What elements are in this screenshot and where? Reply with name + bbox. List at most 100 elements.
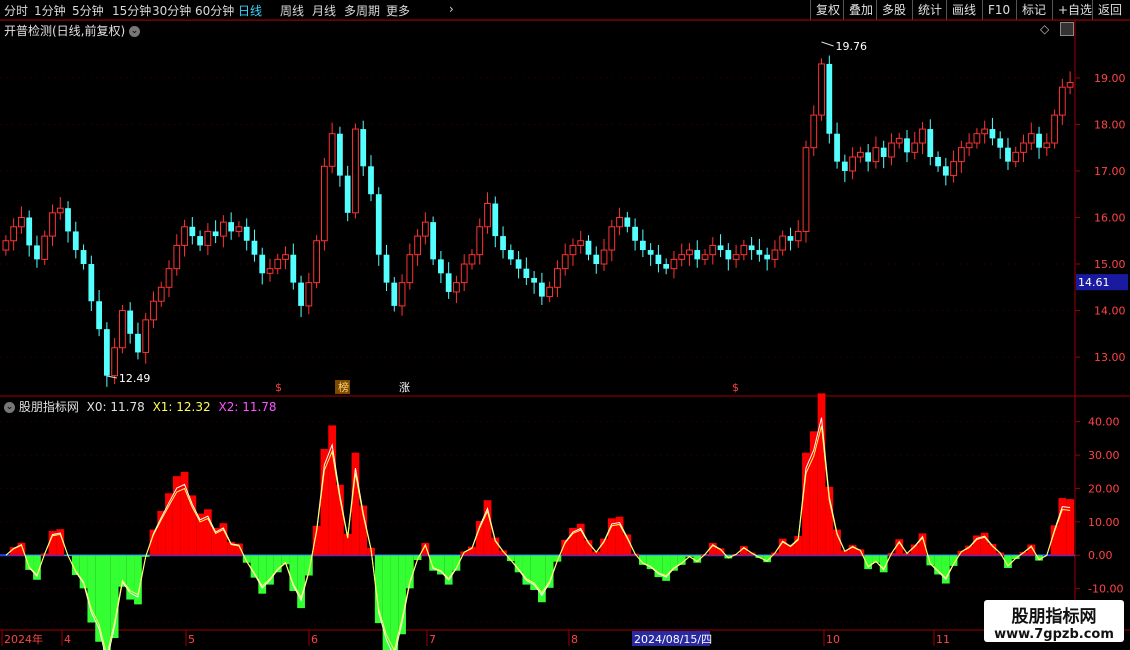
candle-body <box>328 133 336 167</box>
event-marker: 榜 <box>338 380 349 394</box>
date-axis-label: 8 <box>571 633 578 646</box>
candle-body <box>282 254 289 260</box>
candle-body <box>212 231 219 237</box>
candle-body <box>856 151 864 158</box>
candle-body <box>950 161 957 177</box>
price-axis-label: 17.00 <box>1094 165 1126 178</box>
candle-body <box>608 226 616 251</box>
candle-body <box>841 161 848 171</box>
candle-body <box>647 250 654 255</box>
price-axis-label: 16.00 <box>1094 211 1126 224</box>
candle-body <box>274 258 282 270</box>
low-price-label: 12.49 <box>119 372 151 385</box>
candle-body <box>290 254 297 283</box>
date-axis-label: 4 <box>64 633 71 646</box>
candle-body <box>49 212 56 237</box>
candle-body <box>142 319 150 353</box>
candle-body <box>779 235 787 251</box>
candle-body <box>965 142 973 149</box>
candle-body <box>981 128 989 135</box>
candle-body <box>135 333 141 353</box>
candle-body <box>421 221 429 237</box>
candle-body <box>352 128 359 214</box>
candle-body <box>266 268 274 274</box>
candle-body <box>150 300 157 321</box>
candle-body <box>119 310 126 349</box>
price-axis-label: 14.00 <box>1094 305 1126 318</box>
candle-body <box>251 240 258 255</box>
candle-body <box>165 268 173 288</box>
candle-body <box>818 63 825 116</box>
candle-body <box>1005 147 1011 162</box>
candle-body <box>96 301 102 330</box>
watermark-url: www.7gpzb.com <box>994 627 1114 642</box>
candle-body <box>414 235 421 256</box>
price-axis-label: 18.00 <box>1094 118 1126 131</box>
candle-body <box>56 207 64 214</box>
candle-body <box>298 282 304 306</box>
candle-body <box>694 250 701 260</box>
candle-body <box>787 236 794 241</box>
candle-body <box>740 244 748 256</box>
candle-body <box>26 217 33 246</box>
candle-body <box>732 254 740 260</box>
candle-body <box>569 244 577 256</box>
candle-body <box>802 147 810 232</box>
candle-body <box>957 147 965 163</box>
candle-body <box>65 208 71 232</box>
candle-body <box>1020 142 1027 153</box>
candle-body <box>585 240 592 255</box>
high-pointer <box>821 41 834 47</box>
candle-body <box>243 226 250 241</box>
date-axis-label: 11 <box>936 633 950 646</box>
candle-body <box>678 254 686 260</box>
candle-body <box>725 250 732 260</box>
candle-body <box>794 230 802 242</box>
candle-body <box>80 250 87 265</box>
candle-body <box>1066 82 1074 88</box>
candle-body <box>2 240 10 251</box>
date-axis-label: 7 <box>429 633 436 646</box>
candle-body <box>655 254 662 265</box>
candle-body <box>997 138 1004 148</box>
candle-body <box>927 129 934 157</box>
date-axis-label: 6 <box>311 633 318 646</box>
candle-body <box>500 236 506 251</box>
candle-body <box>539 282 545 297</box>
candle-body <box>197 236 203 246</box>
candle-body <box>398 282 406 307</box>
candle-body <box>561 254 569 270</box>
candle-body <box>600 249 608 265</box>
high-price-label: 19.76 <box>836 40 868 53</box>
date-axis-label: 10 <box>826 633 840 646</box>
candle-body <box>624 217 631 227</box>
watermark-title: 股朋指标网 <box>1011 607 1097 627</box>
candle-body <box>849 156 856 172</box>
candle-body <box>593 254 600 265</box>
candle-body <box>616 216 623 228</box>
candle-body <box>1043 142 1051 149</box>
event-marker: $ <box>732 381 739 394</box>
candle-body <box>895 137 903 144</box>
candle-body <box>1058 86 1066 116</box>
candle-body <box>973 133 981 144</box>
candle-body <box>942 166 949 176</box>
candle-body <box>460 263 468 284</box>
candle-body <box>810 114 818 149</box>
candle-body <box>127 310 134 334</box>
indicator-bar <box>102 555 111 650</box>
candle-body <box>546 286 554 298</box>
candle-body <box>888 142 895 158</box>
candle-body <box>438 259 444 274</box>
candle-body <box>826 63 833 134</box>
candle-body <box>663 264 670 269</box>
date-axis-label: 2024年 <box>4 632 43 646</box>
candle-body <box>103 329 110 376</box>
candle-body <box>72 231 79 251</box>
event-marker: $ <box>275 381 282 394</box>
candle-body <box>880 147 887 157</box>
stock-chart[interactable]: 19.00 18.00 17.00 16.00 15.00 14.00 13.00 14.61… <box>0 0 1130 650</box>
candle-body <box>337 133 343 176</box>
candle-body <box>872 147 880 163</box>
candle-body <box>1051 114 1058 144</box>
